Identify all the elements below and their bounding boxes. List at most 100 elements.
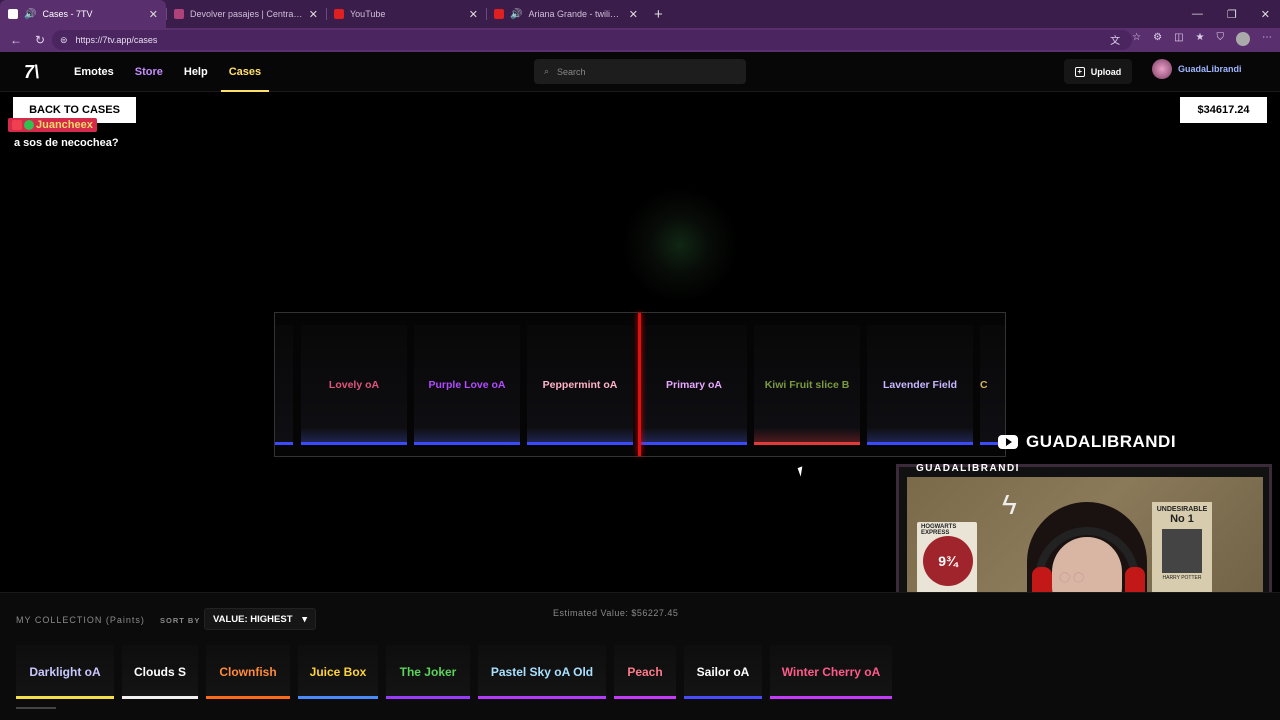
menu-cases[interactable]: Cases [220, 52, 270, 92]
menu-store[interactable]: Store [135, 66, 163, 78]
reel-item-label: Lovely oA [328, 379, 380, 391]
tab-title: Devolver pasajes | Central de Pasajes [190, 9, 303, 19]
more-icon[interactable]: ⋯ [1262, 32, 1272, 47]
balance-display: $34617.24 [1180, 97, 1267, 123]
url-text: https://7tv.app/cases [75, 35, 158, 45]
speaker-icon[interactable]: 🔊 [510, 9, 522, 20]
my-collection-panel: MY COLLECTION (Paints) SORT BY VALUE: HI… [0, 592, 1280, 720]
tab-ariana-grande[interactable]: 🔊 Ariana Grande - twilight zone ✕ [486, 0, 646, 28]
close-icon[interactable]: ✕ [149, 8, 158, 21]
chat-user-name: Juancheex [36, 119, 93, 131]
wanted-poster: UNDESIRABLE No 1 HARRY POTTER [1152, 502, 1212, 602]
minimize-icon[interactable]: — [1192, 8, 1203, 20]
tab-title: YouTube [350, 9, 386, 19]
paint-item[interactable]: Clownfish [206, 645, 290, 699]
close-icon[interactable]: ✕ [469, 8, 478, 21]
speaker-icon[interactable]: 🔊 [24, 9, 36, 20]
browser-tab-bar: 🔊 Cases - 7TV ✕ Devolver pasajes | Centr… [0, 0, 1280, 28]
new-tab-icon[interactable]: + [654, 6, 663, 23]
paint-name: Winter Cherry oA [781, 665, 881, 679]
back-arrow-icon[interactable]: ← [8, 33, 24, 47]
paint-name: Darklight oA [29, 665, 101, 679]
favorite-star-icon[interactable]: ☆ [1132, 32, 1141, 47]
favorites-icon[interactable]: ★ [1196, 32, 1205, 47]
tab-devolver-pasajes[interactable]: Devolver pasajes | Central de Pasajes ✕ [166, 0, 326, 28]
paint-name: Peach [627, 665, 663, 679]
paint-item[interactable]: Darklight oA [16, 645, 114, 699]
glasses: ◯ ◯ [1059, 572, 1085, 583]
menu-emotes[interactable]: Emotes [74, 66, 114, 78]
avatar [1152, 59, 1172, 79]
reel-item: Lavender Field [867, 325, 973, 445]
user-menu[interactable]: GuadaLibrandi [1152, 59, 1242, 79]
paint-item[interactable]: Clouds S [122, 645, 198, 699]
window-controls: — ❐ ✕ [1192, 0, 1274, 28]
profile-avatar[interactable] [1236, 32, 1250, 46]
search-input[interactable]: ⌕ Search [534, 59, 746, 84]
url-field[interactable]: ⊜ https://7tv.app/cases [52, 30, 1132, 50]
main-menu: Emotes Store Help Cases [74, 52, 270, 92]
collection-label: MY COLLECTION (Paints) [16, 615, 145, 625]
reel-item-label: Peppermint oA [542, 379, 618, 391]
upload-label: Upload [1090, 66, 1122, 77]
close-icon[interactable]: ✕ [629, 8, 638, 21]
reel-item: C [980, 325, 1005, 445]
paint-item[interactable]: Peach [614, 645, 676, 699]
username: GuadaLibrandi [1178, 64, 1242, 74]
site-info-icon[interactable]: ⊜ [60, 35, 68, 46]
case-reward-preview [620, 190, 740, 300]
reel-pointer [638, 313, 641, 456]
poster-footer: HARRY POTTER [1162, 575, 1202, 581]
paint-name: Clouds S [133, 665, 186, 679]
paint-item[interactable]: Winter Cherry oA [770, 645, 892, 699]
poster-portrait [1162, 529, 1202, 573]
reel-item: Lovely oA [301, 325, 407, 445]
paint-item[interactable]: Juice Box [298, 645, 378, 699]
7tv-favicon-icon [8, 9, 18, 19]
7tv-logo[interactable]: 7\ [24, 62, 39, 83]
reel-item-label: Purple Love oA [428, 379, 506, 391]
reel-item: Primary oA [641, 325, 747, 445]
paint-item[interactable]: Sailor oA [684, 645, 762, 699]
extensions-icon[interactable]: ⚙ [1153, 32, 1162, 47]
paint-name: Juice Box [309, 665, 367, 679]
close-icon[interactable]: ✕ [309, 8, 318, 21]
split-screen-icon[interactable]: ◫ [1174, 32, 1183, 47]
central-pasajes-favicon-icon [174, 9, 184, 19]
tab-youtube[interactable]: YouTube ✕ [326, 0, 486, 28]
youtube-logo-icon [998, 435, 1018, 449]
sort-dropdown[interactable]: VALUE: HIGHEST ▾ [204, 608, 316, 630]
chat-message: a sos de necochea? [14, 137, 119, 149]
upload-icon: + [1074, 66, 1085, 77]
menu-help[interactable]: Help [184, 66, 208, 78]
youtube-favicon-icon [494, 9, 504, 19]
webcam-title: GUADALIBRANDI [916, 463, 1020, 474]
upload-button[interactable]: + Upload [1064, 59, 1132, 84]
paint-item[interactable]: The Joker [386, 645, 470, 699]
paint-name: Clownfish [219, 665, 277, 679]
tab-title: Cases - 7TV [42, 9, 93, 19]
browser-toolbar-icons: 文 ☆ ⚙ ◫ ★ ⛉ ⋯ [1110, 32, 1272, 47]
restore-icon[interactable]: ❐ [1227, 8, 1237, 21]
paint-item[interactable]: Pastel Sky oA Old [478, 645, 606, 699]
youtube-channel-overlay: GUADALIBRANDI [998, 432, 1176, 452]
poster-title: UNDESIRABLE [1156, 506, 1208, 513]
search-icon: ⌕ [544, 66, 550, 76]
estimated-value: Estimated Value: $56227.45 [553, 608, 679, 618]
paint-name: Sailor oA [696, 665, 750, 679]
close-window-icon[interactable]: ✕ [1261, 8, 1270, 21]
youtube-favicon-icon [334, 9, 344, 19]
sort-value: VALUE: HIGHEST [213, 613, 293, 625]
lightning-bolt-icon: ϟ [1002, 489, 1017, 520]
verified-badge-icon [24, 120, 34, 130]
shield-icon[interactable]: ⛉ [1217, 32, 1225, 47]
paint-name: The Joker [399, 665, 457, 679]
tab-cases-7tv[interactable]: 🔊 Cases - 7TV ✕ [0, 0, 166, 28]
reload-icon[interactable]: ↻ [32, 33, 48, 47]
translate-icon[interactable]: 文 [1110, 32, 1120, 47]
crown-badge-icon [12, 120, 22, 130]
collection-scrollbar[interactable] [16, 707, 56, 709]
reel-item: Kiwi Fruit slice B [754, 325, 860, 445]
reel-item: Peppermint oA [527, 325, 633, 445]
tab-title: Ariana Grande - twilight zone [528, 9, 623, 19]
